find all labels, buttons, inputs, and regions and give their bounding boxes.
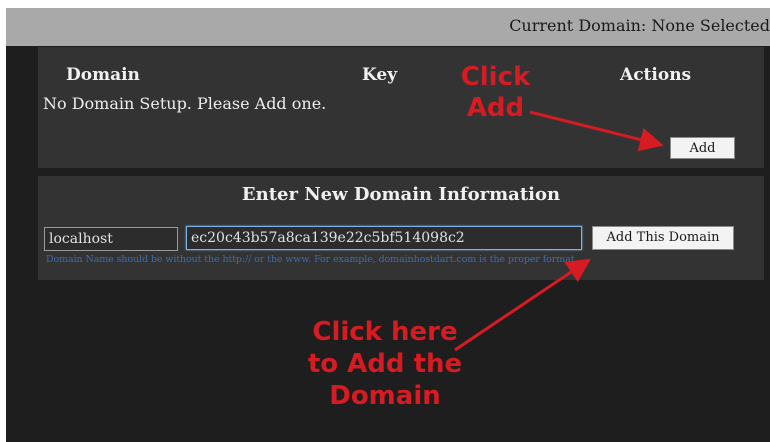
new-domain-form-panel: Enter New Domain Information localhost e… [38, 176, 764, 280]
domain-name-input[interactable]: localhost [44, 227, 178, 251]
callout-click-add-domain-line1: Click here [312, 317, 458, 347]
form-title: Enter New Domain Information [241, 184, 561, 205]
callout-click-add-line1: Click [460, 62, 531, 92]
empty-domain-message: No Domain Setup. Please Add one. [43, 94, 327, 113]
top-bar: Current Domain: None Selected [6, 8, 770, 46]
domain-list-panel: Domain Key Actions No Domain Setup. Plea… [38, 47, 764, 168]
callout-click-add-domain-line2: to Add the [307, 349, 463, 379]
domain-format-hint: Domain Name should be without the http:/… [46, 254, 578, 265]
domain-key-input[interactable]: ec20c43b57a8ca139e22c5bf514098c2 [186, 226, 582, 250]
current-domain-label: Current Domain: None Selected [509, 16, 770, 35]
column-header-actions: Actions [620, 65, 692, 85]
callout-click-add: Click Add [448, 62, 543, 124]
column-header-key: Key [362, 65, 398, 85]
callout-click-add-domain: Click here to Add the Domain [290, 316, 480, 412]
callout-click-add-domain-line3: Domain [329, 381, 441, 411]
add-this-domain-button[interactable]: Add This Domain [592, 226, 734, 250]
callout-click-add-line2: Add [466, 93, 525, 123]
column-header-domain: Domain [66, 65, 140, 85]
add-button[interactable]: Add [670, 137, 735, 159]
